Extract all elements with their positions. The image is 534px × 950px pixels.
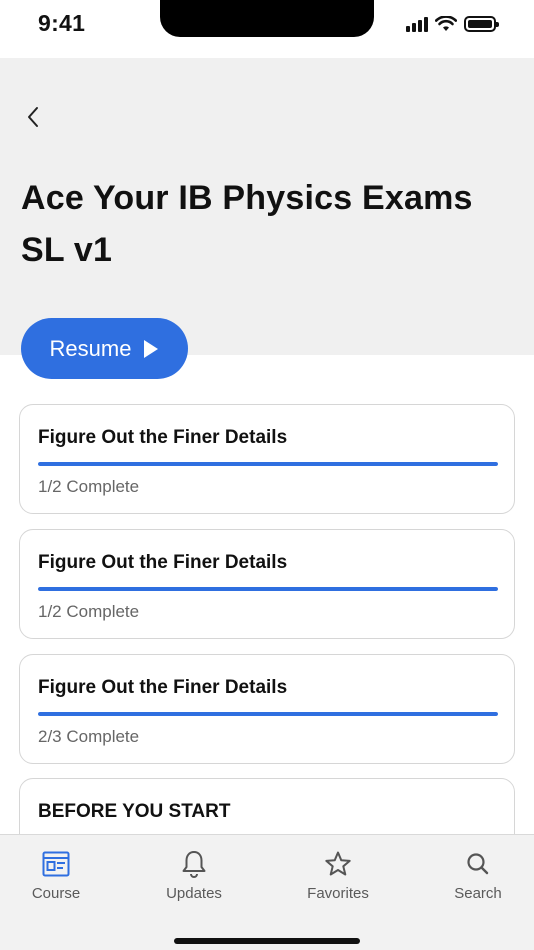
course-header: Ace Your IB Physics Exams SL v1 [0,58,534,355]
tab-bar: Course Updates Favorites Search [0,834,534,950]
section-title: Figure Out the Finer Details [38,552,288,573]
play-icon [144,339,159,358]
tab-label: Favorites [307,885,369,902]
bell-icon [179,849,209,879]
status-bar: 9:41 [0,0,534,58]
resume-label: Resume [49,335,132,361]
wifi-icon [435,16,457,31]
chevron-left-icon [28,107,38,127]
tab-label: Updates [166,885,222,902]
status-time: 9:41 [38,10,86,36]
tab-label: Course [31,885,81,902]
back-button[interactable] [18,102,48,132]
tab-favorites[interactable]: Favorites [283,849,393,902]
section-progress-bar [38,712,498,716]
section-status: 1/2 Complete [38,602,140,621]
battery-icon [464,16,499,32]
search-icon [463,849,493,879]
course-icon [41,849,71,879]
section-progress-bar [38,587,498,591]
page-title: Ace Your IB Physics Exams SL v1 [21,179,473,269]
section-card[interactable]: Figure Out the Finer Details 1/2 Complet… [19,529,515,639]
section-title: BEFORE YOU START [38,801,231,822]
tab-updates[interactable]: Updates [139,849,249,902]
status-icons [406,16,499,32]
tab-label: Search [454,885,502,902]
section-status: 1/2 Complete [38,477,140,496]
section-card[interactable]: Figure Out the Finer Details 1/2 Complet… [19,404,515,514]
star-icon [323,849,353,879]
resume-button[interactable]: Resume [21,318,188,379]
section-progress-bar [38,462,498,466]
tab-course[interactable]: Course [1,849,111,902]
tab-search[interactable]: Search [423,849,533,902]
section-status: 2/3 Complete [38,727,140,746]
device-notch [160,0,374,37]
cellular-signal-icon [406,16,428,32]
section-title: Figure Out the Finer Details [38,427,288,448]
section-card[interactable]: Figure Out the Finer Details 2/3 Complet… [19,654,515,764]
home-indicator[interactable] [174,938,360,944]
section-title: Figure Out the Finer Details [38,677,288,698]
